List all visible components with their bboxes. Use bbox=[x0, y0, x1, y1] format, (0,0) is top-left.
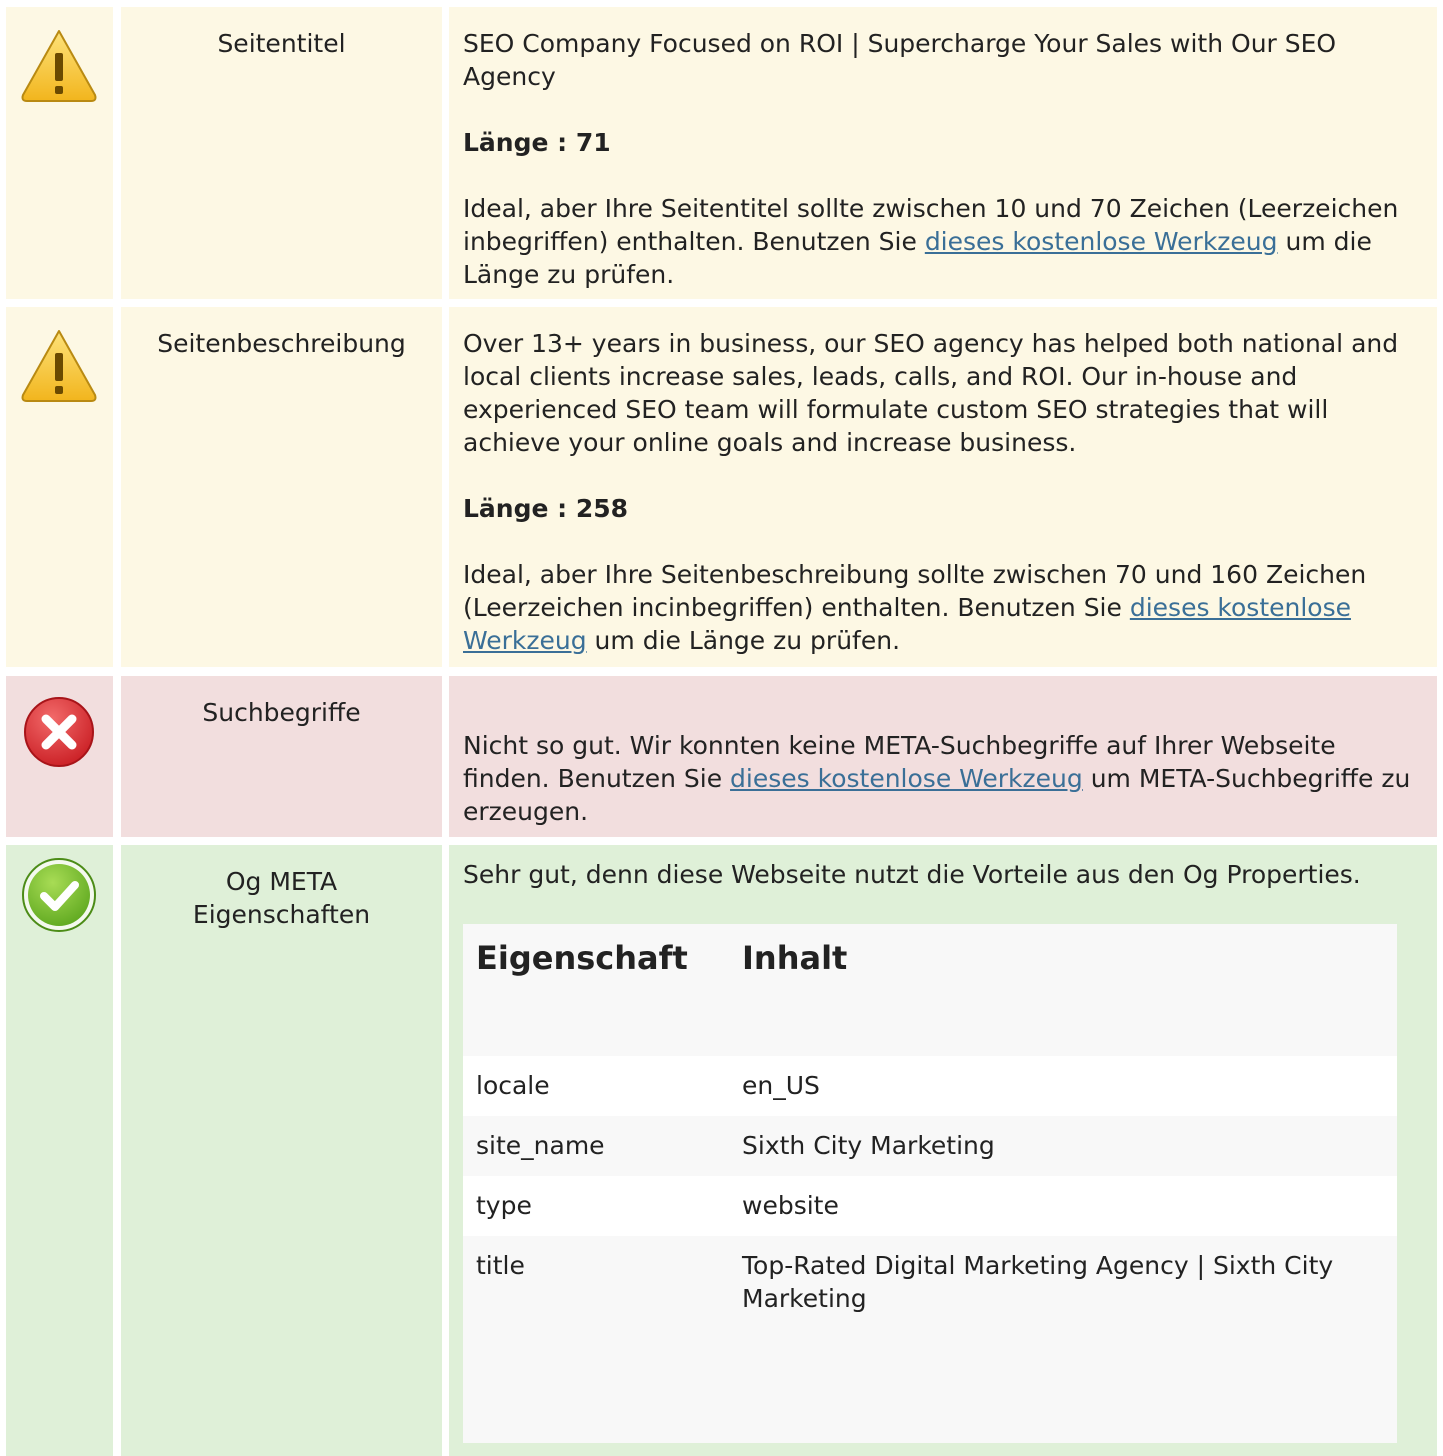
page-description-value: Over 13+ years in business, our SEO agen… bbox=[463, 329, 1399, 457]
table-row: site_name Sixth City Marketing bbox=[463, 1116, 1397, 1176]
advice-text: Ideal, aber Ihre Seitentitel sollte zwis… bbox=[463, 194, 1399, 289]
row-label: Seitenbeschreibung bbox=[121, 307, 442, 667]
row-label: Seitentitel bbox=[121, 7, 442, 299]
property-cell: locale bbox=[463, 1056, 729, 1116]
warning-icon bbox=[21, 30, 97, 102]
property-cell: title bbox=[476, 1251, 525, 1280]
length-text: Länge : 258 bbox=[463, 494, 629, 523]
warning-icon bbox=[21, 330, 97, 402]
content-cell: website bbox=[729, 1176, 1397, 1236]
page-title-value: SEO Company Focused on ROI | Supercharge… bbox=[463, 29, 1337, 91]
error-icon bbox=[24, 697, 94, 767]
og-summary: Sehr gut, denn diese Webseite nutzt die … bbox=[463, 860, 1361, 889]
status-cell bbox=[6, 307, 113, 667]
column-header-property: Eigenschaft bbox=[476, 939, 688, 977]
table-row: type website bbox=[463, 1176, 1397, 1236]
row-page-title: Seitentitel SEO Company Focused on ROI |… bbox=[0, 7, 1443, 299]
og-properties-table: Eigenschaft Inhalt locale en_US site_nam… bbox=[463, 924, 1397, 1443]
free-tool-link[interactable]: dieses kostenlose Werkzeug bbox=[730, 764, 1083, 793]
row-content: Nicht so gut. Wir konnten keine META-Suc… bbox=[449, 676, 1437, 837]
check-icon bbox=[22, 858, 96, 932]
row-content: SEO Company Focused on ROI | Supercharge… bbox=[449, 7, 1437, 299]
advice-text: Ideal, aber Ihre Seitenbeschreibung soll… bbox=[463, 560, 1367, 655]
row-label: Og META Eigenschaften bbox=[121, 845, 442, 1456]
property-cell: site_name bbox=[476, 1131, 605, 1160]
free-tool-link[interactable]: dieses kostenlose Werkzeug bbox=[925, 227, 1278, 256]
property-cell: type bbox=[463, 1176, 729, 1236]
table-header-row: Eigenschaft Inhalt bbox=[463, 924, 1397, 1056]
row-page-description: Seitenbeschreibung Over 13+ years in bus… bbox=[0, 307, 1443, 667]
advice-text: Nicht so gut. Wir konnten keine META-Suc… bbox=[463, 731, 1411, 826]
row-og-meta: Og META Eigenschaften Sehr gut, denn die… bbox=[0, 845, 1443, 1456]
table-row: title Top-Rated Digital Marketing Agency… bbox=[463, 1236, 1397, 1443]
row-content: Over 13+ years in business, our SEO agen… bbox=[449, 307, 1437, 667]
row-content: Sehr gut, denn diese Webseite nutzt die … bbox=[449, 845, 1437, 1456]
row-keywords: Suchbegriffe Nicht so gut. Wir konnten k… bbox=[0, 676, 1443, 837]
status-cell bbox=[6, 676, 113, 837]
status-cell bbox=[6, 7, 113, 299]
length-text: Länge : 71 bbox=[463, 128, 611, 157]
content-cell: Sixth City Marketing bbox=[742, 1131, 995, 1160]
column-header-content: Inhalt bbox=[742, 939, 848, 977]
status-cell bbox=[6, 845, 113, 1456]
table-row: locale en_US bbox=[463, 1056, 1397, 1116]
content-cell: en_US bbox=[729, 1056, 1397, 1116]
row-label: Suchbegriffe bbox=[121, 676, 442, 837]
content-cell: Top-Rated Digital Marketing Agency | Six… bbox=[742, 1251, 1334, 1313]
